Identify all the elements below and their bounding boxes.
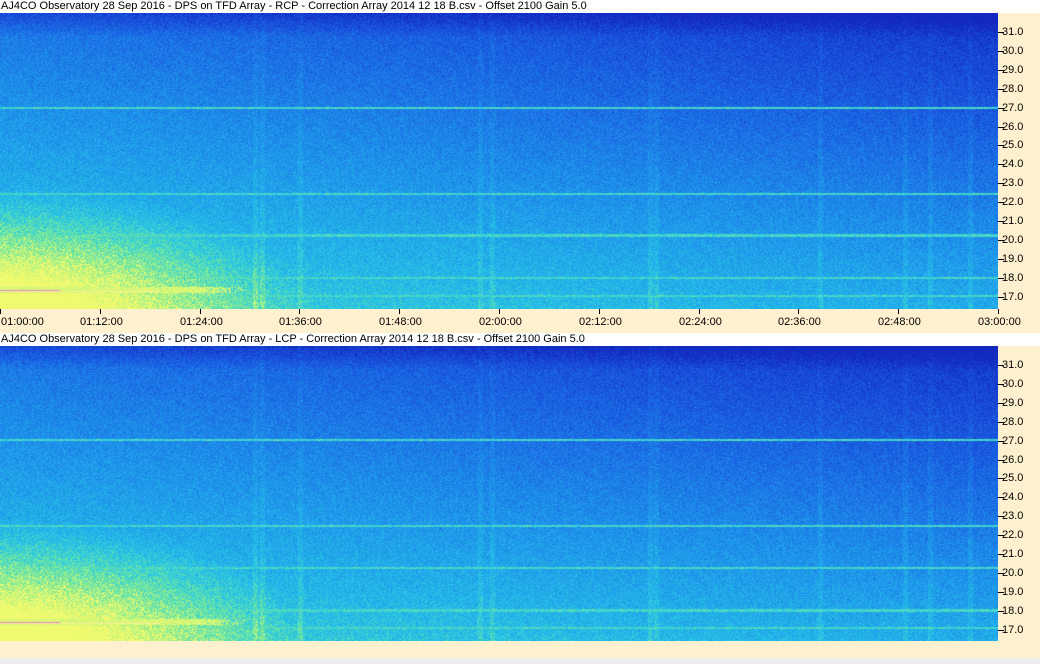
time-label: 02:12:00: [579, 316, 622, 328]
time-tick: [399, 309, 400, 314]
frequency-label: 20.0: [1002, 567, 1024, 579]
frequency-label: 17.0: [1002, 291, 1024, 303]
frequency-label: 25.0: [1002, 139, 1024, 151]
lcp-spectrogram[interactable]: [0, 346, 998, 641]
time-tick: [499, 309, 500, 314]
frequency-label: 21.0: [1002, 215, 1024, 227]
frequency-label: 27.0: [1002, 435, 1024, 447]
time-tick: [100, 309, 101, 314]
frequency-label: 27.0: [1002, 102, 1024, 114]
frequency-label: 19.0: [1002, 253, 1024, 265]
spectrogram-viewer: AJ4CO Observatory 28 Sep 2016 - DPS on T…: [0, 0, 1040, 664]
frequency-label: 29.0: [1002, 64, 1024, 76]
time-tick: [0, 309, 1, 314]
rcp-panel-title: AJ4CO Observatory 28 Sep 2016 - DPS on T…: [0, 0, 1040, 13]
frequency-label: 25.0: [1002, 472, 1024, 484]
frequency-label: 17.0: [1002, 624, 1024, 636]
frequency-label: 21.0: [1002, 548, 1024, 560]
frequency-label: 31.0: [1002, 359, 1024, 371]
frequency-label: 20.0: [1002, 234, 1024, 246]
frequency-label: 18.0: [1002, 605, 1024, 617]
frequency-label: 22.0: [1002, 529, 1024, 541]
time-label: 01:36:00: [279, 316, 322, 328]
frequency-label: 24.0: [1002, 158, 1024, 170]
frequency-label: 24.0: [1002, 491, 1024, 503]
frequency-label: 29.0: [1002, 397, 1024, 409]
time-tick: [699, 309, 700, 314]
time-tick: [200, 309, 201, 314]
time-label: 03:00:00: [978, 316, 1021, 328]
rcp-frequency-axis: 31.0 30.0 29.0 28.0 27.0 26.0 25.0 24.0 23.0 22.0…: [998, 13, 1040, 309]
frequency-label: 31.0: [1002, 26, 1024, 38]
lcp-panel-title: AJ4CO Observatory 28 Sep 2016 - DPS on T…: [0, 333, 1040, 346]
rcp-spectrogram[interactable]: [0, 13, 998, 309]
lcp-frequency-axis: 31.0 30.0 29.0 28.0 27.0 26.0 25.0 24.0 23.0 22.0…: [998, 346, 1040, 641]
time-label: 02:48:00: [878, 316, 921, 328]
time-label: 02:00:00: [479, 316, 522, 328]
frequency-label: 28.0: [1002, 416, 1024, 428]
time-label: 02:24:00: [679, 316, 722, 328]
time-axis: 01:00:00 01:12:00 01:24:00 01:36:00 01:48:00…: [0, 309, 1040, 333]
time-tick: [798, 309, 799, 314]
frequency-label: 26.0: [1002, 121, 1024, 133]
frequency-label: 30.0: [1002, 378, 1024, 390]
frequency-label: 30.0: [1002, 45, 1024, 57]
time-label: 01:12:00: [80, 316, 123, 328]
time-tick: [998, 309, 999, 314]
window-bottom-edge: [0, 658, 1040, 664]
time-label: 01:48:00: [379, 316, 422, 328]
time-label: 01:00:00: [1, 316, 44, 328]
time-tick: [898, 309, 899, 314]
frequency-label: 26.0: [1002, 454, 1024, 466]
time-label: 01:24:00: [180, 316, 223, 328]
time-label: 02:36:00: [778, 316, 821, 328]
frequency-label: 18.0: [1002, 272, 1024, 284]
frequency-label: 28.0: [1002, 83, 1024, 95]
rcp-spectrogram-canvas[interactable]: [0, 13, 998, 309]
time-tick: [299, 309, 300, 314]
lcp-spectrogram-canvas[interactable]: [0, 346, 998, 641]
frequency-label: 22.0: [1002, 196, 1024, 208]
frequency-label: 23.0: [1002, 177, 1024, 189]
frequency-label: 23.0: [1002, 510, 1024, 522]
time-tick: [599, 309, 600, 314]
frequency-label: 19.0: [1002, 586, 1024, 598]
